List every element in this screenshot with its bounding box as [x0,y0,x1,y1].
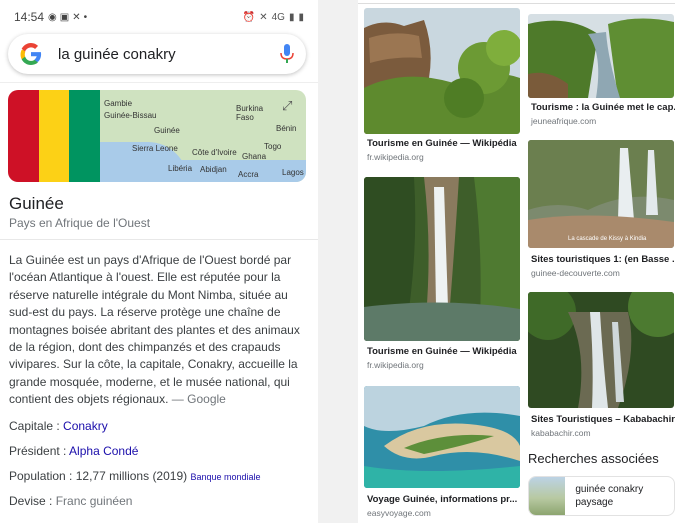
image-result-source: jeuneafrique.com [531,116,597,126]
gallery-icon: ▣ [59,11,70,23]
description-text: La Guinée est un pays d'Afrique de l'Oue… [9,253,300,407]
entity-description: La Guinée est un pays d'Afrique de l'Oue… [9,252,309,409]
fact-president: Président : Alpha Condé [9,444,139,458]
alarm-icon: ⏰ [242,11,256,23]
entity-title: Guinée [9,194,64,213]
app-icon: ◉ [48,11,57,23]
map-label: Togo [264,142,282,151]
fact-population: Population : 12,77 millions (2019) Banqu… [9,469,261,483]
map-label: Guinée [154,126,180,135]
map-label: Abidjan [200,165,227,174]
entity-subtitle: Pays en Afrique de l'Ouest [9,216,151,230]
flag-stripe-green [69,90,101,182]
aerial-coast-image [364,386,520,488]
map-label: Ghana [242,152,267,161]
river-valley-image [528,14,674,98]
map-label: Sierra Leone [132,144,178,153]
map-thumbnail[interactable]: Gambie Guinée-Bissau Guinée Sierra Leone… [100,90,306,182]
description-source: — Google [171,392,226,407]
image-result-thumbnail[interactable] [364,8,520,134]
status-time: 14:54 [14,10,45,24]
image-result-caption[interactable]: Tourisme : la Guinée met le cap... [531,102,675,113]
map-label: Bénin [276,124,297,133]
signal-icon: ▮ [288,11,295,23]
fact-value: 12,77 millions (2019) [75,469,188,483]
image-overlay-text: La cascade de Kissy à Kindia [568,236,647,242]
image-result-caption[interactable]: Voyage Guinée, informations pr... [367,494,519,505]
battery-icon: ▮ [298,11,304,23]
image-result-source: fr.wikipedia.org [367,152,424,162]
system-icons: ⏰ ✕ 4G ▮ ▮ [243,12,304,23]
flag-map-header[interactable]: Gambie Guinée-Bissau Guinée Sierra Leone… [8,90,306,182]
tools-icon: ✕ [72,11,81,23]
notification-icons: ◉ ▣ ✕ • [48,12,87,23]
image-result-source: fr.wikipedia.org [367,360,424,370]
related-searches-title: Recherches associées [528,451,659,466]
fact-capital: Capitale : Conakry [9,419,108,433]
tall-waterfall-image [364,177,520,341]
map-label: Guinée-Bissau [104,111,157,120]
top-edge [358,0,675,4]
fact-key: Président [9,444,60,458]
knowledge-panel-pane: 14:54 ◉ ▣ ✕ • ⏰ ✕ 4G ▮ ▮ la guinée conak… [0,0,318,523]
mute-icon: ✕ [259,11,268,23]
image-result-source: kababachir.com [531,428,591,438]
divider [0,82,318,83]
flag-stripe-yellow [38,90,70,182]
image-result-caption[interactable]: Tourisme en Guinée — Wikipédia [367,138,519,149]
divider [0,239,318,240]
fact-source-link[interactable]: Banque mondiale [190,472,260,482]
image-result-caption[interactable]: Sites touristiques 1: (en Basse ... [531,254,675,265]
more-dot-icon: • [83,11,88,23]
fact-currency: Devise : Franc guinéen [9,494,133,508]
image-result-source: guinee-decouverte.com [531,268,620,278]
search-bar[interactable]: la guinée conakry [8,34,306,74]
image-result-thumbnail[interactable] [528,14,674,98]
map-label: Côte d'Ivoire [192,148,237,157]
expand-icon[interactable]: ⤢ [282,98,298,114]
image-result-thumbnail[interactable] [364,177,520,341]
flag-stripe-red [8,90,39,182]
image-result-thumbnail[interactable] [528,292,674,408]
fact-value-link[interactable]: Conakry [63,419,108,433]
fact-key: Devise [9,494,46,508]
map-label: Accra [238,170,259,179]
flag-image [8,90,101,182]
related-search-item[interactable]: guinée conakry paysage [528,476,675,516]
map-label: Libéria [168,164,193,173]
search-query: la guinée conakry [58,45,176,63]
image-result-thumbnail[interactable]: La cascade de Kissy à Kindia [528,140,674,248]
forest-waterfall-image [528,292,674,408]
network-label: 4G [271,11,285,23]
cliff-image [364,8,520,134]
image-result-thumbnail[interactable] [364,386,520,488]
status-bar: 14:54 ◉ ▣ ✕ • ⏰ ✕ 4G ▮ ▮ [0,0,318,34]
map-label: Gambie [104,99,133,108]
related-search-thumbnail [529,477,566,515]
image-result-caption[interactable]: Tourisme en Guinée — Wikipédia [367,346,519,357]
map-label: Burkina Faso [236,104,264,122]
google-logo-icon [20,43,42,65]
cascade-image [528,140,674,248]
fact-value-link[interactable]: Alpha Condé [69,444,138,458]
image-result-caption[interactable]: Sites Touristiques – Kababachir [531,414,675,425]
fact-key: Capitale [9,419,54,433]
map-label: Lagos [282,168,304,177]
image-result-source: easyvoyage.com [367,508,431,518]
fact-key: Population [9,469,66,483]
mic-icon[interactable] [280,44,294,64]
related-search-label: guinée conakry paysage [575,484,644,508]
fact-value: Franc guinéen [55,494,133,508]
